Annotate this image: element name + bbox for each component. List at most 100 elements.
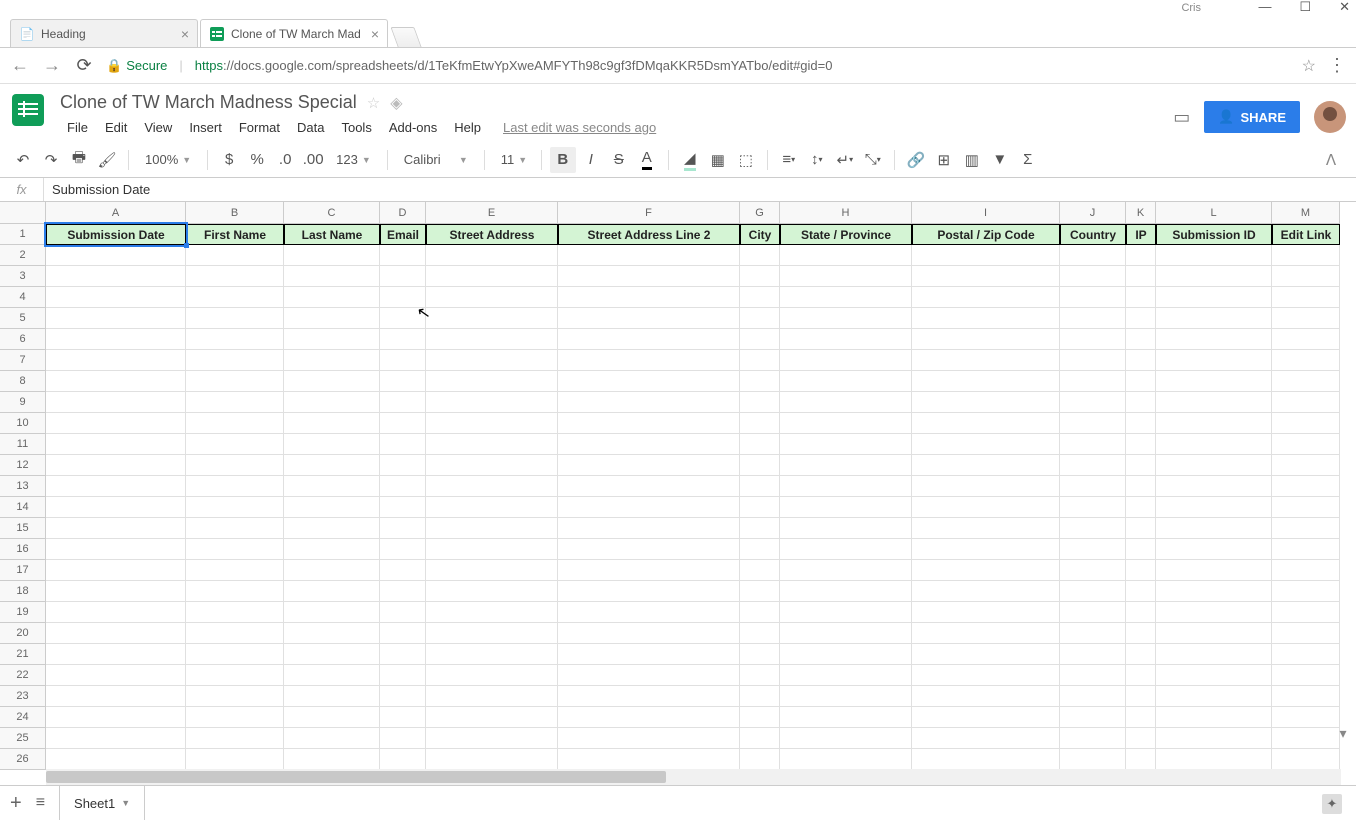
cell[interactable] (284, 686, 380, 707)
cell[interactable] (380, 287, 426, 308)
undo-icon[interactable]: ↶ (10, 147, 36, 173)
cell[interactable] (912, 329, 1060, 350)
cell[interactable] (780, 455, 912, 476)
cell[interactable] (186, 623, 284, 644)
cell[interactable] (1156, 434, 1272, 455)
cell[interactable] (558, 623, 740, 644)
cell[interactable] (1126, 497, 1156, 518)
cell[interactable] (912, 287, 1060, 308)
cell[interactable] (780, 371, 912, 392)
cell[interactable] (284, 287, 380, 308)
cell[interactable] (380, 749, 426, 770)
row-header[interactable]: 24 (0, 707, 46, 728)
halign-icon[interactable]: ≡▾ (776, 147, 802, 173)
cell[interactable] (426, 413, 558, 434)
cell[interactable] (1126, 245, 1156, 266)
row-header[interactable]: 7 (0, 350, 46, 371)
cell[interactable] (380, 518, 426, 539)
cell[interactable] (1156, 539, 1272, 560)
cell[interactable] (1060, 707, 1126, 728)
cell[interactable] (284, 434, 380, 455)
row-header[interactable]: 15 (0, 518, 46, 539)
column-header[interactable]: K (1126, 202, 1156, 224)
cell[interactable] (1060, 749, 1126, 770)
cell[interactable] (740, 371, 780, 392)
filter-icon[interactable]: ▼ (987, 147, 1013, 173)
horizontal-scrollbar[interactable] (46, 769, 1341, 785)
cell[interactable] (1126, 581, 1156, 602)
last-edit-link[interactable]: Last edit was seconds ago (503, 120, 656, 135)
comments-icon[interactable]: ▭ (1173, 107, 1190, 128)
cell[interactable] (1060, 518, 1126, 539)
cell[interactable] (780, 245, 912, 266)
cell[interactable] (1272, 266, 1340, 287)
cell[interactable] (558, 266, 740, 287)
cell[interactable] (186, 644, 284, 665)
cell[interactable] (1060, 455, 1126, 476)
cell[interactable] (46, 749, 186, 770)
wrap-icon[interactable]: ↵▾ (832, 147, 858, 173)
cell[interactable] (380, 476, 426, 497)
cell[interactable] (426, 560, 558, 581)
cell[interactable] (284, 392, 380, 413)
column-header[interactable]: I (912, 202, 1060, 224)
row-header[interactable]: 12 (0, 455, 46, 476)
cell[interactable] (740, 245, 780, 266)
cell[interactable] (46, 707, 186, 728)
menu-format[interactable]: Format (232, 117, 287, 138)
functions-icon[interactable]: Σ (1015, 147, 1041, 173)
cell[interactable] (1126, 665, 1156, 686)
cell[interactable] (1126, 476, 1156, 497)
cell[interactable] (426, 476, 558, 497)
cell[interactable] (1060, 602, 1126, 623)
cell[interactable] (1156, 518, 1272, 539)
cell[interactable] (912, 665, 1060, 686)
column-header[interactable]: M (1272, 202, 1340, 224)
cell[interactable] (380, 686, 426, 707)
cell[interactable] (46, 581, 186, 602)
window-minimize-icon[interactable]: — (1258, 0, 1271, 15)
cell[interactable] (380, 560, 426, 581)
cell[interactable] (46, 602, 186, 623)
cell[interactable] (1126, 707, 1156, 728)
cell[interactable] (740, 434, 780, 455)
column-header[interactable]: B (186, 202, 284, 224)
cell[interactable] (284, 497, 380, 518)
row-header[interactable]: 10 (0, 413, 46, 434)
cell[interactable] (740, 308, 780, 329)
cell[interactable] (46, 497, 186, 518)
cell[interactable] (1156, 455, 1272, 476)
cell[interactable] (1156, 623, 1272, 644)
cell[interactable] (912, 266, 1060, 287)
cell[interactable] (780, 749, 912, 770)
cell[interactable] (780, 560, 912, 581)
cell[interactable] (740, 497, 780, 518)
cell[interactable] (1126, 392, 1156, 413)
cell[interactable] (46, 518, 186, 539)
cell[interactable] (740, 686, 780, 707)
cell[interactable] (426, 245, 558, 266)
cell[interactable] (1272, 518, 1340, 539)
rotate-icon[interactable]: ⤡▾ (860, 147, 886, 173)
strike-button[interactable]: S (606, 147, 632, 173)
cell[interactable] (1156, 581, 1272, 602)
cell[interactable] (912, 707, 1060, 728)
cell[interactable] (284, 665, 380, 686)
font-select[interactable]: Calibri▼ (396, 152, 476, 167)
row-header[interactable]: 17 (0, 560, 46, 581)
cell-area[interactable]: Submission DateFirst NameLast NameEmailS… (46, 224, 1340, 770)
cell[interactable] (780, 539, 912, 560)
formula-input[interactable]: Submission Date (44, 182, 1356, 197)
format-select[interactable]: 123▼ (328, 152, 379, 167)
expand-rows-icon[interactable]: ▾ (1333, 725, 1353, 745)
row-header[interactable]: 2 (0, 245, 46, 266)
cell[interactable] (912, 371, 1060, 392)
cell[interactable] (46, 455, 186, 476)
cell[interactable] (1126, 371, 1156, 392)
cell[interactable] (1156, 329, 1272, 350)
cell[interactable] (740, 329, 780, 350)
cell[interactable] (426, 371, 558, 392)
cell[interactable] (780, 497, 912, 518)
cell[interactable] (558, 308, 740, 329)
cell[interactable] (1060, 497, 1126, 518)
